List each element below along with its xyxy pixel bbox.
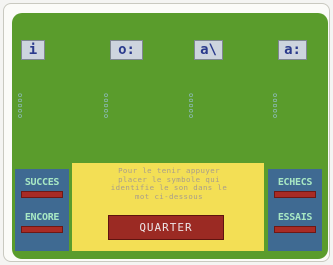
score-panel-left: SUCCES ENCORE: [15, 169, 69, 251]
message-box: Pour le tenir appuyer placer le symbole …: [72, 163, 264, 251]
lane-label-1: ooooo: [16, 93, 24, 120]
lane-label-2: ooooo: [102, 93, 110, 120]
symbol-tile-2[interactable]: o:: [110, 40, 143, 60]
score-panel-right: ECHECS ESSAIS: [268, 169, 322, 251]
lane-1: ooooo: [14, 93, 24, 141]
monitor-frame: i o: a\ a: ooooo ooooo ooooo ooooo SUCCE…: [3, 3, 330, 262]
failures-bar: [274, 191, 316, 198]
symbol-tile-4[interactable]: a:: [278, 40, 307, 60]
attempts-label: ESSAIS: [277, 212, 313, 223]
again-bar: [21, 226, 63, 233]
success-bar: [21, 191, 63, 198]
game-screen: i o: a\ a: ooooo ooooo ooooo ooooo SUCCE…: [12, 13, 328, 259]
success-label: SUCCES: [24, 177, 60, 188]
lane-label-3: ooooo: [187, 93, 195, 120]
lane-3: ooooo: [185, 93, 195, 141]
again-label: ENCORE: [24, 212, 60, 223]
instruction-text: Pour le tenir appuyer placer le symbole …: [110, 166, 228, 201]
lane-label-4: ooooo: [271, 93, 279, 120]
symbol-tile-1[interactable]: i: [21, 40, 45, 60]
lane-4: ooooo: [269, 93, 279, 141]
lane-2: ooooo: [100, 93, 110, 141]
symbol-tile-3[interactable]: a\: [194, 40, 223, 60]
quit-button[interactable]: QUARTER: [108, 215, 224, 240]
failures-label: ECHECS: [277, 177, 313, 188]
attempts-bar: [274, 226, 316, 233]
